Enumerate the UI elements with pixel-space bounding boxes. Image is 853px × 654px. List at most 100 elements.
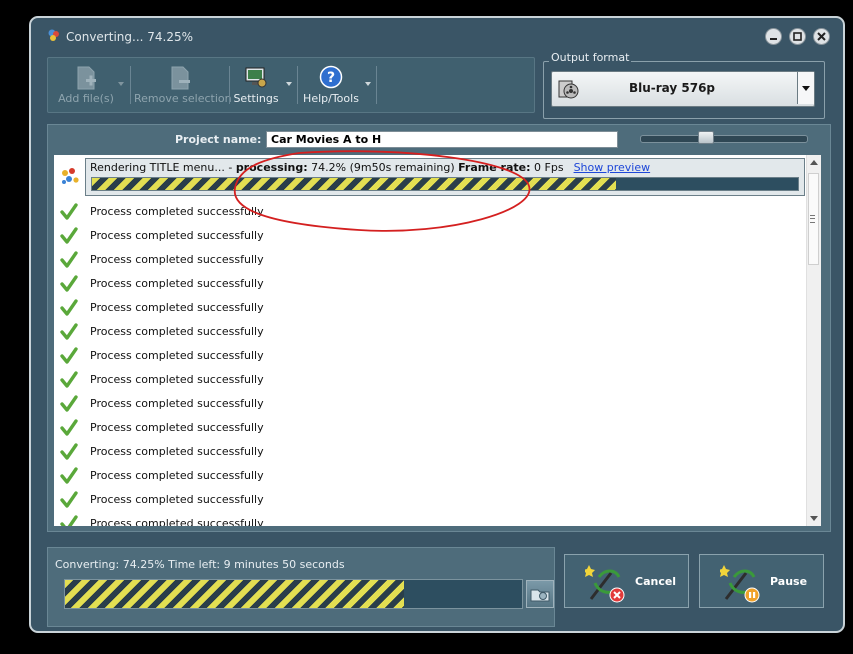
window-title: Converting... 74.25% [66, 30, 194, 44]
rendering-progress-fill [92, 178, 616, 190]
output-format-legend: Output format [549, 51, 632, 64]
svg-text:?: ? [327, 70, 335, 86]
title-bar[interactable]: Converting... 74.25% [31, 18, 843, 54]
cancel-wand-icon [585, 565, 625, 603]
toolbar-separator [376, 66, 377, 104]
checkmark-icon [60, 443, 78, 460]
cancel-button[interactable]: Cancel [564, 554, 689, 608]
checkmark-icon [60, 419, 78, 436]
settings-label: Settings [233, 92, 279, 105]
zoom-slider-thumb[interactable] [698, 131, 714, 144]
scroll-up-icon[interactable] [810, 160, 818, 165]
task-row[interactable]: Process completed successfully [54, 224, 794, 248]
task-status-text: Process completed successfully [90, 445, 264, 458]
remove-selection-button[interactable]: Remove selection [134, 62, 232, 108]
task-status-text: Process completed successfully [90, 469, 264, 482]
processing-value: 74.2% (9m50s remaining) [307, 161, 459, 174]
toolbar-separator [229, 66, 230, 104]
add-files-label: Add file(s) [58, 92, 114, 105]
task-status-text: Process completed successfully [90, 277, 264, 290]
close-button[interactable] [813, 28, 830, 45]
rendering-icon [62, 168, 79, 184]
checkmark-icon [60, 275, 78, 292]
open-folder-button[interactable] [526, 580, 554, 608]
task-row[interactable]: Process completed successfully [54, 392, 794, 416]
settings-icon [245, 67, 267, 88]
task-row[interactable]: Process completed successfully [54, 248, 794, 272]
checkmark-icon [60, 203, 78, 220]
task-row[interactable]: Process completed successfully [54, 344, 794, 368]
project-name-label: Project name: [175, 133, 262, 146]
pause-button[interactable]: Pause [699, 554, 824, 608]
task-row[interactable]: Process completed successfully [54, 296, 794, 320]
task-row[interactable]: Process completed successfully [54, 200, 794, 224]
checkmark-icon [60, 491, 78, 508]
task-status-text: Process completed successfully [90, 493, 264, 506]
show-preview-link[interactable]: Show preview [574, 161, 651, 174]
pause-wand-icon [720, 565, 760, 603]
scrollbar-grip-icon [810, 215, 815, 223]
output-format-select[interactable]: Blu-ray 576p [551, 71, 815, 107]
task-status-text: Process completed successfully [90, 421, 264, 434]
remove-file-icon [171, 66, 190, 90]
task-status-text: Process completed successfully [90, 253, 264, 266]
task-row[interactable]: Process completed successfully [54, 368, 794, 392]
task-row[interactable]: Process completed successfully [54, 440, 794, 464]
overall-progress-bar [64, 579, 523, 609]
add-files-dropdown-icon[interactable] [118, 82, 124, 86]
task-row[interactable]: Process completed successfully [54, 416, 794, 440]
add-files-button[interactable]: Add file(s) [52, 62, 120, 108]
overall-progress-fill [65, 580, 405, 608]
output-format-value: Blu-ray 576p [628, 81, 716, 95]
task-status-text: Process completed successfully [90, 301, 264, 314]
checkmark-icon [60, 227, 78, 244]
task-row[interactable]: Process completed successfully [54, 272, 794, 296]
project-name-input[interactable] [266, 131, 618, 148]
task-status-text: Process completed successfully [90, 205, 264, 218]
task-status-text: Process completed successfully [90, 397, 264, 410]
app-icon [48, 29, 59, 41]
task-status-text: Process completed successfully [90, 373, 264, 386]
converter-window: Converting... 74.25% Add file(s) Remove … [29, 16, 845, 633]
task-list-scrollbar[interactable] [806, 155, 821, 526]
task-status-text: Process completed successfully [90, 517, 264, 526]
task-row[interactable]: Process completed successfully [54, 488, 794, 512]
checkmark-icon [60, 515, 78, 526]
zoom-slider-track[interactable] [640, 135, 808, 143]
toolbar-separator [297, 66, 298, 104]
processing-label: processing: [235, 161, 308, 174]
settings-dropdown-icon[interactable] [286, 82, 292, 86]
task-row[interactable]: Process completed successfully [54, 512, 794, 526]
minimize-button[interactable] [765, 28, 782, 45]
pause-label: Pause [770, 575, 808, 588]
close-icon [817, 32, 826, 41]
task-status-text: Process completed successfully [90, 229, 264, 242]
task-row[interactable]: Process completed successfully [54, 320, 794, 344]
maximize-button[interactable] [789, 28, 806, 45]
help-icon: ? [319, 65, 343, 89]
rendering-task-row[interactable]: Rendering TITLE menu... - processing: 74… [85, 158, 805, 196]
checkmark-icon [60, 371, 78, 388]
toolbar-separator [130, 66, 131, 104]
chevron-down-icon [802, 86, 810, 91]
scroll-down-icon[interactable] [810, 516, 818, 521]
rendering-prefix: Rendering TITLE menu... - [90, 161, 236, 174]
settings-button[interactable]: Settings [231, 62, 281, 108]
task-row[interactable]: Process completed successfully [54, 464, 794, 488]
main-toolbar: Add file(s) Remove selection Settings ? … [47, 57, 535, 113]
checkmark-icon [60, 251, 78, 268]
help-tools-dropdown-icon[interactable] [365, 82, 371, 86]
checkmark-icon [60, 467, 78, 484]
checkmark-icon [60, 395, 78, 412]
status-text: Converting: 74.25% Time left: 9 minutes … [55, 558, 345, 571]
help-tools-button[interactable]: ? Help/Tools [301, 62, 361, 108]
help-tools-label: Help/Tools [303, 92, 359, 105]
checkmark-icon [60, 299, 78, 316]
rendering-status-text: Rendering TITLE menu... - processing: 74… [90, 161, 650, 174]
maximize-icon [793, 32, 802, 41]
checkmark-icon [60, 347, 78, 364]
checkmark-icon [60, 323, 78, 340]
framerate-label: Frame rate: [458, 161, 531, 174]
task-list[interactable]: Rendering TITLE menu... - processing: 74… [54, 155, 821, 526]
output-format-dropdown[interactable] [797, 72, 814, 104]
